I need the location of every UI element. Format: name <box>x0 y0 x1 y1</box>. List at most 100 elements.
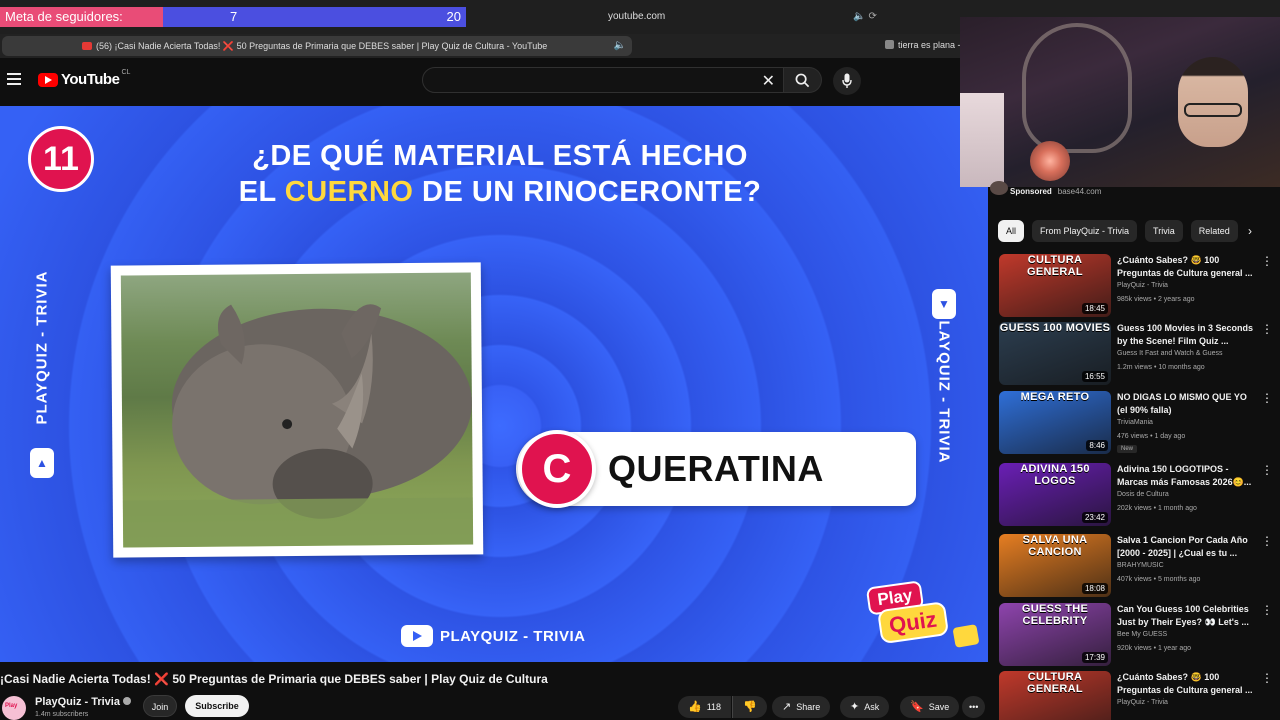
more-vert-icon[interactable]: ⋮ <box>1261 603 1273 617</box>
more-vert-icon[interactable]: ⋮ <box>1261 534 1273 548</box>
playquiz-logo: Play Quiz <box>865 577 954 653</box>
like-button[interactable]: 👍 118 <box>678 696 732 718</box>
list-item[interactable]: GUESS 100 MOVIES 16:55 Guess 100 Movies in… <box>999 322 1279 386</box>
goal-progress-bar: 7 20 <box>163 7 466 27</box>
youtube-play-icon <box>38 72 58 87</box>
search-input[interactable]: ✕ <box>422 67 784 93</box>
rec-title[interactable]: Can You Guess 100 Celebrities Just by Th… <box>1117 603 1257 629</box>
address-bar-icons[interactable]: 🔈⟳ <box>853 11 880 22</box>
sponsored-line[interactable]: Sponsored base44.com <box>1010 187 1101 196</box>
tab-other[interactable]: tierra es plana - <box>885 40 961 50</box>
youtube-wordmark: YouTube <box>61 71 120 88</box>
share-icon: ↗ <box>782 701 792 713</box>
question-line-2-post: DE UN RINOCERONTE? <box>413 176 762 208</box>
rec-channel[interactable]: Dosis de Cultura <box>1117 491 1169 498</box>
video-thumbnail[interactable]: ADIVINA 150 LOGOS 23:42 <box>999 463 1111 526</box>
rec-title[interactable]: Guess 100 Movies in 3 Seconds by the Sce… <box>1117 322 1257 348</box>
rec-title[interactable]: ¿Cuánto Sabes? 🤓 100 Preguntas de Cultur… <box>1117 671 1257 697</box>
rec-channel[interactable]: PlayQuiz - Trivia <box>1117 699 1168 706</box>
question-highlight: CUERNO <box>284 176 414 208</box>
duration-badge: 17:39 <box>1081 652 1108 663</box>
search-button[interactable] <box>784 67 822 93</box>
video-thumbnail[interactable]: GUESS THE CELEBRITY 17:39 <box>999 603 1111 666</box>
list-item[interactable]: CULTURA GENERAL 18:45 ¿Cuánto Sabes? 🤓 100… <box>999 254 1279 318</box>
more-actions-button[interactable]: ••• <box>962 696 986 718</box>
rec-title[interactable]: NO DIGAS LO MISMO QUE YO (el 90% falla) <box>1117 391 1257 417</box>
filter-chips: All From PlayQuiz - Trivia Trivia Relate… <box>998 220 1260 242</box>
more-vert-icon[interactable]: ⋮ <box>1261 671 1273 685</box>
channel-avatar[interactable] <box>2 696 26 720</box>
video-thumbnail[interactable]: CULTURA GENERAL 18:45 <box>999 254 1111 317</box>
chip-related[interactable]: Related <box>1190 220 1238 242</box>
video-thumbnail[interactable]: CULTURA GENERAL <box>999 671 1111 720</box>
goal-label: Meta de seguidores: <box>0 7 163 27</box>
list-item[interactable]: ADIVINA 150 LOGOS 23:42 Adivina 150 LOGOTI… <box>999 463 1279 527</box>
list-item[interactable]: MEGA RETO 8:46 NO DIGAS LO MISMO QUE YO (e… <box>999 391 1279 455</box>
ask-label: Ask <box>864 702 880 712</box>
duration-badge: 23:42 <box>1081 512 1108 523</box>
rhino-illustration <box>122 304 474 548</box>
more-vert-icon[interactable]: ⋮ <box>1261 322 1273 336</box>
rec-meta: 1.2m views • 10 months ago <box>1117 364 1205 371</box>
address-domain[interactable]: youtube.com <box>608 11 665 22</box>
close-icon[interactable]: ✕ <box>762 71 775 91</box>
rec-channel[interactable]: TriviaMania <box>1117 419 1153 426</box>
subscribe-button[interactable]: Subscribe <box>185 695 249 717</box>
recommendations-sidebar: Sponsored base44.com All From PlayQuiz - … <box>990 181 1280 720</box>
tab-other-title: tierra es plana - <box>898 40 961 50</box>
more-vert-icon[interactable]: ⋮ <box>1261 463 1273 477</box>
chip-all[interactable]: All <box>998 220 1025 242</box>
video-title-pre: ¡Casi Nadie Acierta Todas! <box>0 672 155 686</box>
rec-title[interactable]: Salva 1 Cancion Por Cada Año [2000 - 202… <box>1117 534 1257 560</box>
chevron-right-icon[interactable]: › <box>1248 224 1252 238</box>
speaker-icon[interactable]: 🔈 <box>614 40 626 51</box>
video-thumbnail[interactable]: SALVA UNA CANCION 18:08 <box>999 534 1111 597</box>
hamburger-menu-icon[interactable] <box>7 73 21 85</box>
webcam-lamp <box>960 93 1004 187</box>
cross-mark-icon: ❌ <box>154 672 169 686</box>
rec-channel[interactable]: Bee My GUESS <box>1117 631 1167 638</box>
thumbnail-label: MEGA RETO <box>1020 391 1090 403</box>
list-item[interactable]: GUESS THE CELEBRITY 17:39 Can You Guess 10… <box>999 603 1279 667</box>
save-button[interactable]: 🔖 Save <box>900 696 960 718</box>
rhino-photo-frame <box>110 262 484 558</box>
thumbnail-label: GUESS THE CELEBRITY <box>1021 603 1089 627</box>
list-item[interactable]: CULTURA GENERAL ¿Cuánto Sabes? 🤓 100 Preg… <box>999 671 1279 720</box>
tab-title: (56) ¡Casi Nadie Acierta Todas! ❌ 50 Pre… <box>96 41 548 51</box>
chip-trivia[interactable]: Trivia <box>1145 220 1183 242</box>
channel-name[interactable]: PlayQuiz - Trivia <box>35 696 131 708</box>
sparkle-icon: ✦ <box>850 701 860 713</box>
owner-row: PlayQuiz - Trivia 1.4m subscribers Join … <box>0 694 990 720</box>
rec-title[interactable]: ¿Cuánto Sabes? 🤓 100 Preguntas de Cultur… <box>1117 254 1257 280</box>
chip-from-channel[interactable]: From PlayQuiz - Trivia <box>1032 220 1138 242</box>
share-button[interactable]: ↗ Share <box>772 696 831 718</box>
join-button[interactable]: Join <box>143 695 177 717</box>
side-brand-left: PLAYQUIZ - TRIVIA <box>33 270 51 425</box>
channel-watermark-text: PLAYQUIZ - TRIVIA <box>440 627 586 645</box>
dislike-button[interactable]: 👎 <box>732 696 767 718</box>
webcam-glasses <box>1184 103 1242 117</box>
rec-channel[interactable]: Guess It Fast and Watch & Guess <box>1117 350 1223 357</box>
thumbnail-label: ADIVINA 150 LOGOS <box>1020 463 1090 487</box>
rec-title[interactable]: Adivina 150 LOGOTIPOS - Marcas más Famos… <box>1117 463 1257 489</box>
more-vert-icon[interactable]: ⋮ <box>1261 254 1273 268</box>
video-thumbnail[interactable]: MEGA RETO 8:46 <box>999 391 1111 454</box>
youtube-logo[interactable]: YouTube CL <box>38 69 130 88</box>
duration-badge: 8:46 <box>1086 440 1108 451</box>
thumbnail-label: CULTURA GENERAL <box>1027 671 1083 695</box>
rec-channel[interactable]: BRAHYMUSIC <box>1117 562 1164 569</box>
rec-channel[interactable]: PlayQuiz - Trivia <box>1117 282 1168 289</box>
thumbnail-label: GUESS 100 MOVIES <box>999 322 1111 334</box>
channel-watermark: PLAYQUIZ - TRIVIA <box>401 625 585 647</box>
voice-search-button[interactable] <box>833 67 861 95</box>
sponsored-label: Sponsored <box>1010 187 1052 196</box>
thumbnail-label: CULTURA GENERAL <box>1027 254 1083 278</box>
video-player[interactable]: 11 ¿DE QUÉ MATERIAL ESTÁ HECHO EL CUERNO… <box>0 106 988 662</box>
more-vert-icon[interactable]: ⋮ <box>1261 391 1273 405</box>
ask-button[interactable]: ✦ Ask <box>840 696 890 718</box>
playquiz-mini-logo <box>952 624 980 648</box>
tab-youtube[interactable]: (56) ¡Casi Nadie Acierta Todas! ❌ 50 Pre… <box>2 36 632 56</box>
arrow-up-icon: ▲ <box>30 448 54 478</box>
video-thumbnail[interactable]: GUESS 100 MOVIES 16:55 <box>999 322 1111 385</box>
list-item[interactable]: SALVA UNA CANCION 18:08 Salva 1 Cancion Po… <box>999 534 1279 598</box>
